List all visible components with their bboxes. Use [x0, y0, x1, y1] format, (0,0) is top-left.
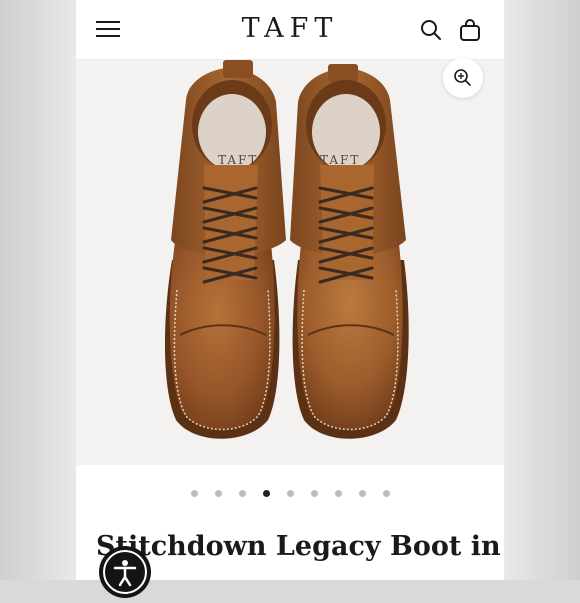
gallery-dot-7[interactable] [335, 490, 342, 497]
gallery-dot-6[interactable] [311, 490, 318, 497]
search-icon[interactable] [420, 19, 442, 41]
gallery-dot-1[interactable] [191, 490, 198, 497]
gallery-dot-3[interactable] [239, 490, 246, 497]
zoom-in-icon[interactable] [443, 58, 483, 98]
accessibility-icon[interactable] [99, 546, 151, 598]
shopping-bag-icon[interactable] [459, 18, 481, 42]
product-title: Stitchdown Legacy Boot in [96, 531, 501, 562]
product-image-gallery[interactable]: TAFT TAFT [76, 60, 504, 465]
right-insole-logo: TAFT [320, 153, 360, 167]
gallery-dot-4[interactable] [263, 490, 270, 497]
gallery-dot-8[interactable] [359, 490, 366, 497]
backdrop-right [504, 0, 580, 580]
gallery-dot-2[interactable] [215, 490, 222, 497]
right-boot: TAFT [290, 64, 409, 439]
left-boot: TAFT [164, 60, 286, 439]
gallery-pagination [76, 487, 504, 501]
left-insole-logo: TAFT [218, 153, 258, 167]
backdrop-left [0, 0, 76, 580]
product-image-boots: TAFT TAFT [164, 60, 409, 439]
gallery-dot-9[interactable] [383, 490, 390, 497]
mobile-page: TAFT TAFT TAFT Stitchdown Legacy Boot in [76, 0, 504, 580]
site-header: TAFT [76, 0, 504, 60]
gallery-dot-5[interactable] [287, 490, 294, 497]
